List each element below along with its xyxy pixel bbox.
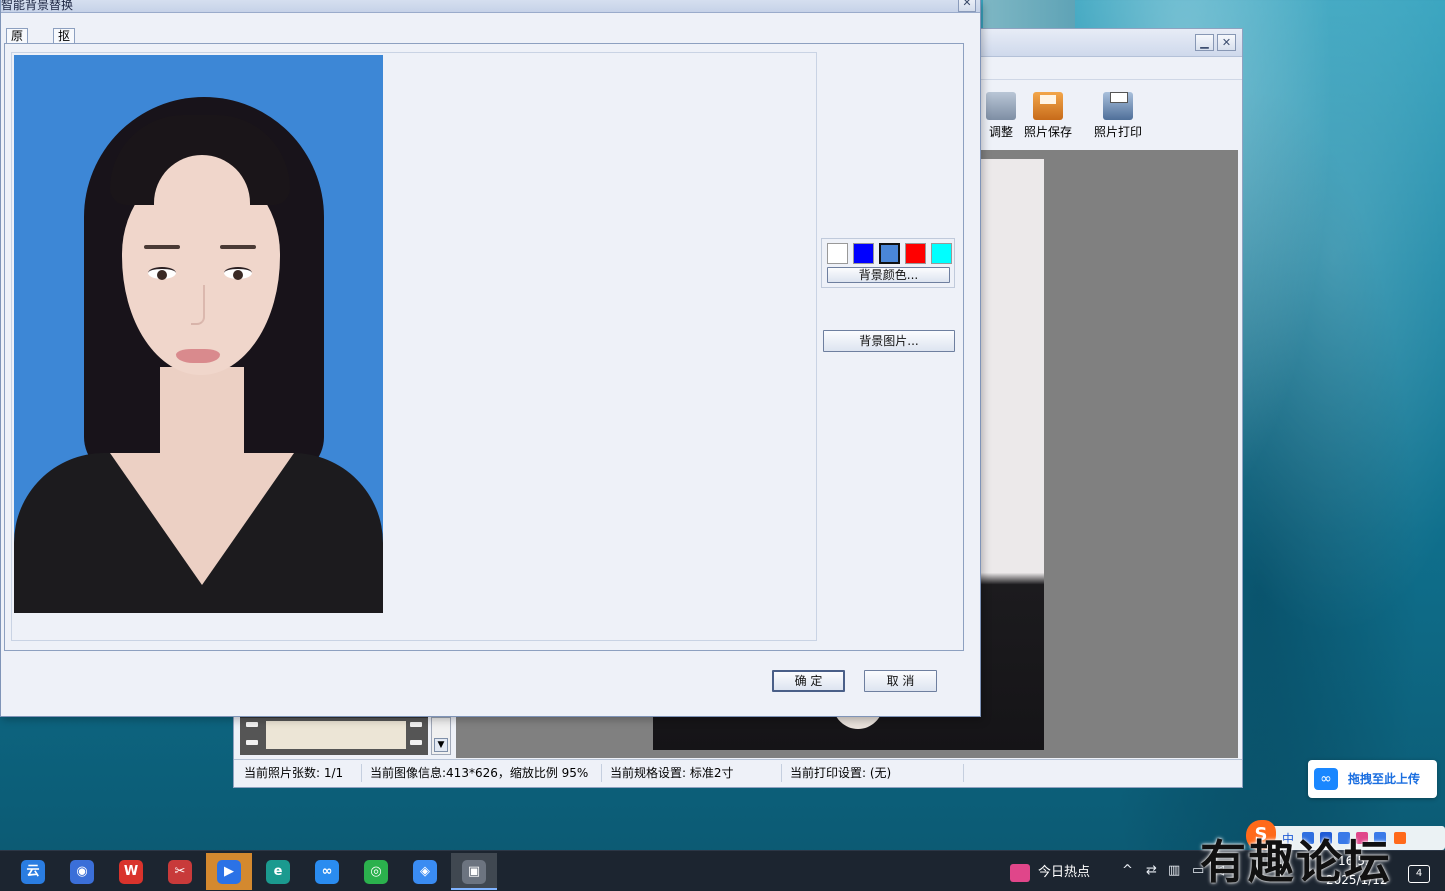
portrait-brow-left bbox=[144, 245, 180, 249]
print-photo-label: 照片打印 bbox=[1093, 125, 1142, 139]
portrait-eye-left bbox=[148, 267, 176, 280]
baidu-netdisk-app-icon: ∞ bbox=[315, 860, 339, 884]
adjust-label: 调整 bbox=[988, 125, 1013, 139]
wechat-app-icon: ◎ bbox=[364, 860, 388, 884]
portrait-eye-right bbox=[224, 267, 252, 280]
save-photo-label: 照片保存 bbox=[1023, 125, 1072, 139]
tray-overflow-icon[interactable]: ^ bbox=[1122, 863, 1133, 878]
notification-icon[interactable]: 4 bbox=[1408, 865, 1430, 883]
cancel-button[interactable]: 取 消 bbox=[864, 670, 937, 692]
portrait-lips bbox=[176, 349, 220, 363]
swatch-cyan[interactable] bbox=[931, 243, 952, 264]
taskbar-wps-app[interactable]: W bbox=[108, 853, 154, 890]
taskbar-edge-app[interactable]: e bbox=[255, 853, 301, 890]
dialog-titlebar: 智能背景替换 ✕ bbox=[1, 0, 980, 13]
taskbar-camera-app[interactable]: ▣ bbox=[451, 853, 497, 890]
scroll-down-icon[interactable]: ▼ bbox=[434, 738, 448, 752]
printer-icon bbox=[1103, 92, 1133, 120]
tab-panel bbox=[4, 43, 964, 651]
desktop-wallpaper-strip bbox=[983, 0, 1075, 28]
floppy-save-icon bbox=[1033, 92, 1063, 120]
tab-cutout[interactable]: 抠出后 bbox=[53, 28, 76, 71]
hot-news-label: 今日热点 bbox=[1038, 865, 1091, 880]
taskbar-shield-app[interactable]: ◈ bbox=[402, 853, 448, 890]
browser-app-icon: ◉ bbox=[70, 860, 94, 884]
shield-app-icon: ◈ bbox=[413, 860, 437, 884]
swatch-red[interactable] bbox=[905, 243, 926, 264]
film-hole bbox=[246, 740, 258, 745]
print-photo-button[interactable]: 照片打印 bbox=[1086, 92, 1150, 140]
tray-network-icon[interactable]: ▥ bbox=[1168, 863, 1180, 878]
feishu-app-icon: ▶ bbox=[217, 860, 241, 884]
status-spec: 当前规格设置: 标准2寸 bbox=[602, 764, 782, 782]
film-hole bbox=[246, 722, 258, 727]
portrait-nose bbox=[191, 285, 205, 325]
forum-watermark: 有趣论坛 bbox=[1200, 835, 1392, 889]
swatch-white[interactable] bbox=[827, 243, 848, 264]
hot-news-icon bbox=[1010, 863, 1030, 882]
tool-app-icon: ✂ bbox=[168, 860, 192, 884]
background-color-button[interactable]: 背景颜色... bbox=[827, 267, 950, 283]
status-image-info: 当前图像信息:413*626，缩放比例 95% bbox=[362, 764, 602, 782]
save-photo-button[interactable]: 照片保存 bbox=[1016, 92, 1080, 140]
hot-news-button[interactable]: 今日热点 bbox=[1010, 861, 1090, 883]
tray-sync-icon[interactable]: ⇄ bbox=[1146, 863, 1157, 878]
edge-app-icon: e bbox=[266, 860, 290, 884]
portrait-neckline bbox=[110, 453, 294, 585]
taskbar-wechat-app[interactable]: ◎ bbox=[353, 853, 399, 890]
thumbnail-strip[interactable] bbox=[240, 717, 428, 755]
upload-label: 拖拽至此上传 bbox=[1348, 772, 1421, 786]
film-hole bbox=[410, 722, 422, 727]
taskbar-browser-app[interactable]: ◉ bbox=[59, 853, 105, 890]
image-preview-area bbox=[11, 52, 817, 641]
ok-button[interactable]: 确 定 bbox=[772, 670, 845, 692]
swatch-light-blue[interactable] bbox=[879, 243, 900, 264]
portrait-photo bbox=[14, 55, 383, 613]
thumbnail-frame[interactable] bbox=[266, 721, 406, 749]
cloud-app-icon: 云 bbox=[21, 860, 45, 884]
background-image-button[interactable]: 背景图片... bbox=[823, 330, 955, 352]
portrait-brow-right bbox=[220, 245, 256, 249]
dialog-close-button[interactable]: ✕ bbox=[958, 0, 976, 12]
swatch-blue[interactable] bbox=[853, 243, 874, 264]
tab-original[interactable]: 原图 bbox=[6, 28, 29, 57]
netdisk-cloud-icon: ∞ bbox=[1314, 768, 1338, 790]
background-replace-dialog: 智能背景替换 ✕ 原图 抠出后 bbox=[0, 0, 981, 717]
thumbnail-scrollbar[interactable]: ▼ bbox=[431, 717, 451, 755]
taskbar-feishu-app[interactable]: ▶ bbox=[206, 853, 252, 890]
status-print: 当前打印设置: (无) bbox=[782, 764, 964, 782]
film-hole bbox=[410, 740, 422, 745]
camera-app-icon: ▣ bbox=[462, 860, 486, 884]
ime-settings-icon[interactable] bbox=[1394, 832, 1406, 844]
wps-app-icon: W bbox=[119, 860, 143, 884]
adjust-icon bbox=[986, 92, 1016, 120]
close-button[interactable]: ✕ bbox=[1217, 34, 1236, 51]
dialog-title: 智能背景替换 bbox=[1, 0, 74, 12]
background-color-panel: 背景颜色... bbox=[821, 238, 955, 288]
minimize-button[interactable]: ▁ bbox=[1195, 34, 1214, 51]
taskbar-baidu-netdisk-app[interactable]: ∞ bbox=[304, 853, 350, 890]
taskbar-cloud-app[interactable]: 云 bbox=[10, 853, 56, 890]
status-bar: 当前照片张数: 1/1 当前图像信息:413*626，缩放比例 95% 当前规格… bbox=[234, 759, 1242, 785]
taskbar-tool-app[interactable]: ✂ bbox=[157, 853, 203, 890]
upload-drop-widget[interactable]: ∞ 拖拽至此上传 bbox=[1308, 760, 1437, 798]
status-photo-count: 当前照片张数: 1/1 bbox=[236, 764, 362, 782]
